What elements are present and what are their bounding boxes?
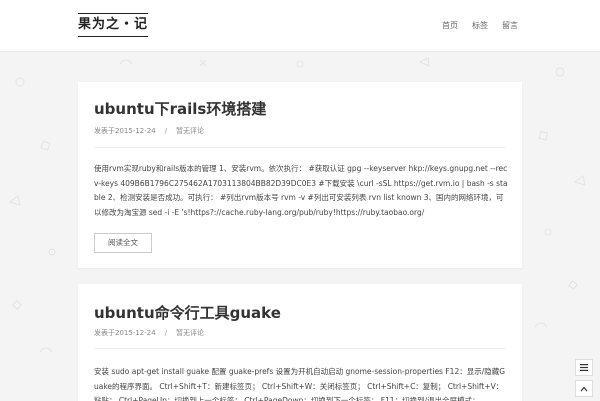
nav-tags[interactable]: 标签: [472, 20, 488, 32]
post-comments[interactable]: 暂无评论: [176, 126, 204, 136]
nav-home[interactable]: 首页: [442, 20, 458, 32]
post-date: 发表于2015-12-24: [94, 127, 156, 135]
post-title[interactable]: ubuntu命令行工具guake: [94, 302, 281, 323]
post-title[interactable]: ubuntu下rails环境搭建: [94, 98, 266, 119]
meta-separator: /: [164, 329, 168, 337]
post-date: 发表于2015-12-24: [94, 329, 156, 337]
read-more-button[interactable]: 阅读全文: [94, 233, 152, 253]
site-header: 果为之・记 首页 标签 留言: [0, 0, 600, 52]
back-to-top-button[interactable]: [575, 380, 593, 397]
post-excerpt: 安装 sudo apt-get install guake 配置 guake-p…: [94, 367, 506, 401]
menu-button[interactable]: [575, 359, 593, 376]
nav-guestbook[interactable]: 留言: [502, 20, 518, 32]
post-divider: [94, 348, 506, 349]
meta-separator: /: [164, 127, 168, 135]
arrow-up-icon: [580, 386, 588, 391]
main-nav: 首页 标签 留言: [428, 20, 518, 32]
post-meta: 发表于2015-12-24 / 暂无评论: [94, 328, 204, 338]
post-excerpt: 使用rvm实现ruby和rails版本的管理 1、安装rvm。依次执行： #获取…: [94, 164, 508, 217]
menu-icon: [580, 364, 588, 371]
post-card: ubuntu下rails环境搭建 发表于2015-12-24 / 暂无评论 使用…: [78, 82, 522, 268]
post-comments[interactable]: 暂无评论: [176, 328, 204, 338]
site-logo[interactable]: 果为之・记: [78, 13, 148, 37]
post-card: ubuntu命令行工具guake 发表于2015-12-24 / 暂无评论 安装…: [78, 284, 522, 401]
post-divider: [94, 147, 506, 148]
post-meta: 发表于2015-12-24 / 暂无评论: [94, 126, 204, 136]
